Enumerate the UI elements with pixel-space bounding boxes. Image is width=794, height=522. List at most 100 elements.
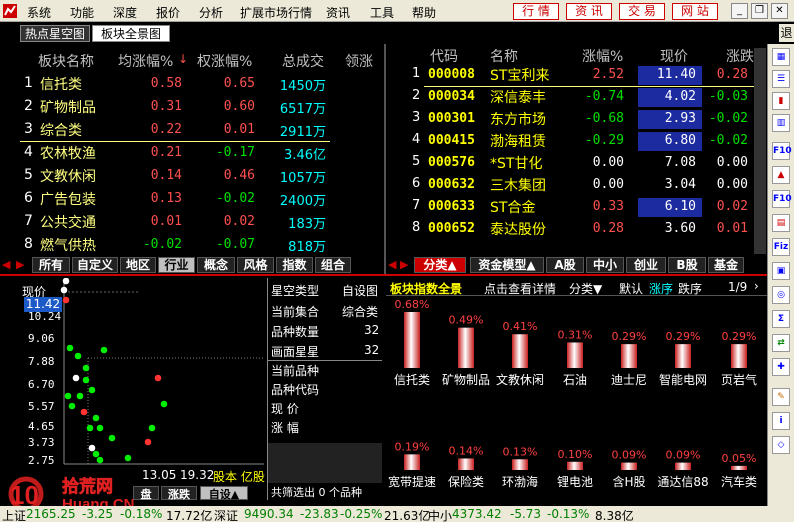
category-tab[interactable]: B股: [668, 257, 706, 273]
table-row[interactable]: 6 000632 三木集团 0.00 3.04 0.00: [386, 175, 754, 196]
stock-code[interactable]: 000576: [428, 155, 475, 170]
scroll-right-icon[interactable]: ▶: [16, 258, 24, 271]
bar[interactable]: [567, 342, 583, 368]
col-header-price[interactable]: 现价: [660, 46, 688, 66]
stock-code[interactable]: 000632: [428, 177, 475, 192]
bar-category-label[interactable]: 锂电池: [557, 474, 593, 489]
menu-system[interactable]: 系统: [27, 4, 51, 21]
scatter-point[interactable]: [86, 424, 94, 432]
scatter-point[interactable]: [62, 278, 70, 285]
stock-name[interactable]: 深信泰丰: [490, 87, 546, 107]
stock-code[interactable]: 000008: [428, 67, 475, 82]
col-header-pct[interactable]: 涨幅%: [582, 46, 623, 66]
pencil-icon[interactable]: ✎: [772, 388, 790, 406]
tab-scatter-custom[interactable]: 自设▲: [200, 486, 248, 501]
sector-name[interactable]: 公共交通: [40, 212, 96, 232]
col-header-change[interactable]: 涨跌: [726, 46, 754, 66]
chart-icon[interactable]: ▥: [772, 114, 790, 132]
scrollbar[interactable]: [754, 48, 766, 254]
category-tab[interactable]: 创业: [626, 257, 666, 273]
sector-name[interactable]: 农林牧渔: [40, 143, 96, 163]
stock-code[interactable]: 000633: [428, 199, 475, 214]
stock-code[interactable]: 000415: [428, 133, 475, 148]
sector-name[interactable]: 燃气供热: [40, 235, 96, 255]
scatter-point[interactable]: [124, 454, 132, 462]
formula-icon[interactable]: Σ: [772, 310, 790, 328]
tab-scatter-change[interactable]: 涨跌: [161, 486, 197, 501]
table-row[interactable]: 5 000576 *ST甘化 0.00 7.08 0.00: [386, 153, 754, 174]
table-row[interactable]: 2 矿物制品 0.31 0.60 6517万: [0, 97, 370, 119]
scatter-point[interactable]: [108, 434, 116, 442]
category-tab[interactable]: 中小: [586, 257, 624, 273]
scatter-point[interactable]: [82, 364, 90, 372]
bar-category-label[interactable]: 迪士尼: [611, 373, 647, 387]
col-header-leader[interactable]: 领涨: [345, 51, 373, 71]
bar[interactable]: [458, 458, 474, 470]
menu-info[interactable]: 资讯: [326, 4, 350, 21]
stock-name[interactable]: 渤海租赁: [490, 131, 546, 151]
bar-category-label[interactable]: 信托类: [394, 373, 430, 387]
sector-name[interactable]: 文教休闲: [40, 166, 96, 186]
stock-code[interactable]: 000301: [428, 111, 475, 126]
scatter-point[interactable]: [100, 346, 108, 354]
scatter-point[interactable]: [72, 374, 80, 382]
stock-name[interactable]: 东方市场: [490, 109, 546, 129]
category-tab[interactable]: 基金: [708, 257, 744, 273]
table-row[interactable]: 3 000301 东方市场 -0.68 2.93 -0.02: [386, 109, 754, 130]
scatter-point[interactable]: [64, 392, 72, 400]
scatter-point[interactable]: [88, 444, 96, 452]
scroll-right-icon[interactable]: ▶: [400, 258, 408, 271]
bar[interactable]: [567, 461, 583, 470]
stock-name[interactable]: *ST甘化: [490, 153, 542, 173]
bar-category-label[interactable]: 文教休闲: [496, 372, 544, 387]
bar[interactable]: [675, 462, 691, 470]
stock-name[interactable]: ST宝利来: [490, 65, 549, 85]
list-view-icon[interactable]: ☰: [772, 70, 790, 88]
bar[interactable]: [512, 459, 528, 470]
stock-name[interactable]: ST合金: [490, 197, 535, 217]
next-page-icon[interactable]: ›: [754, 279, 759, 293]
scatter-point[interactable]: [88, 386, 96, 394]
scatter-point[interactable]: [82, 376, 90, 384]
calendar-icon[interactable]: ▣: [772, 262, 790, 280]
stock-name[interactable]: 三木集团: [490, 175, 546, 195]
quick-website-button[interactable]: 网 站: [672, 3, 718, 20]
bar[interactable]: [404, 454, 420, 470]
scatter-point[interactable]: [76, 392, 84, 400]
scatter-point[interactable]: [154, 374, 162, 382]
close-icon[interactable]: ✕: [771, 3, 788, 19]
menu-extended-market[interactable]: 扩展市场行情: [240, 4, 312, 21]
scatter-point[interactable]: [68, 402, 76, 410]
bar-category-label[interactable]: 通达信88: [657, 475, 708, 489]
table-row[interactable]: 4 农林牧渔 0.21 -0.17 3.46亿: [0, 143, 370, 165]
bar[interactable]: [512, 334, 528, 368]
menu-depth[interactable]: 深度: [113, 4, 137, 21]
bar-category-label[interactable]: 石油: [563, 373, 587, 387]
col-header-code[interactable]: 代码: [430, 46, 458, 66]
alert-icon[interactable]: ▲: [772, 166, 790, 184]
scroll-left-icon[interactable]: ◀: [2, 258, 10, 271]
scatter-point[interactable]: [160, 400, 168, 408]
tab-sector-panorama[interactable]: 板块全景图: [92, 25, 170, 42]
scatter-point[interactable]: [148, 424, 156, 432]
bar[interactable]: [731, 465, 747, 470]
category-tab[interactable]: 风格: [237, 257, 274, 273]
bar[interactable]: [621, 462, 637, 470]
category-tab[interactable]: A股: [546, 257, 584, 273]
bar-category-label[interactable]: 含H股: [612, 474, 645, 489]
table-row[interactable]: 7 公共交通 0.01 0.02 183万: [0, 212, 370, 234]
stock-name[interactable]: 泰达股份: [490, 219, 546, 239]
stock-code[interactable]: 000652: [428, 221, 475, 236]
category-tab[interactable]: 所有: [32, 257, 70, 273]
table-row[interactable]: 5 文教休闲 0.14 0.46 1057万: [0, 166, 370, 188]
sector-name[interactable]: 综合类: [40, 120, 82, 140]
dial-icon[interactable]: ◎: [772, 286, 790, 304]
table-row[interactable]: 3 综合类 0.22 0.01 2911万: [0, 120, 370, 142]
scatter-point[interactable]: [66, 344, 74, 352]
bar[interactable]: [731, 344, 747, 368]
category-tab[interactable]: 概念: [197, 257, 235, 273]
category-tab[interactable]: 组合: [315, 257, 351, 273]
quick-news-button[interactable]: 资 讯: [566, 3, 612, 20]
stock-code[interactable]: 000034: [428, 89, 475, 104]
bar-category-label[interactable]: 汽车类: [721, 474, 757, 489]
